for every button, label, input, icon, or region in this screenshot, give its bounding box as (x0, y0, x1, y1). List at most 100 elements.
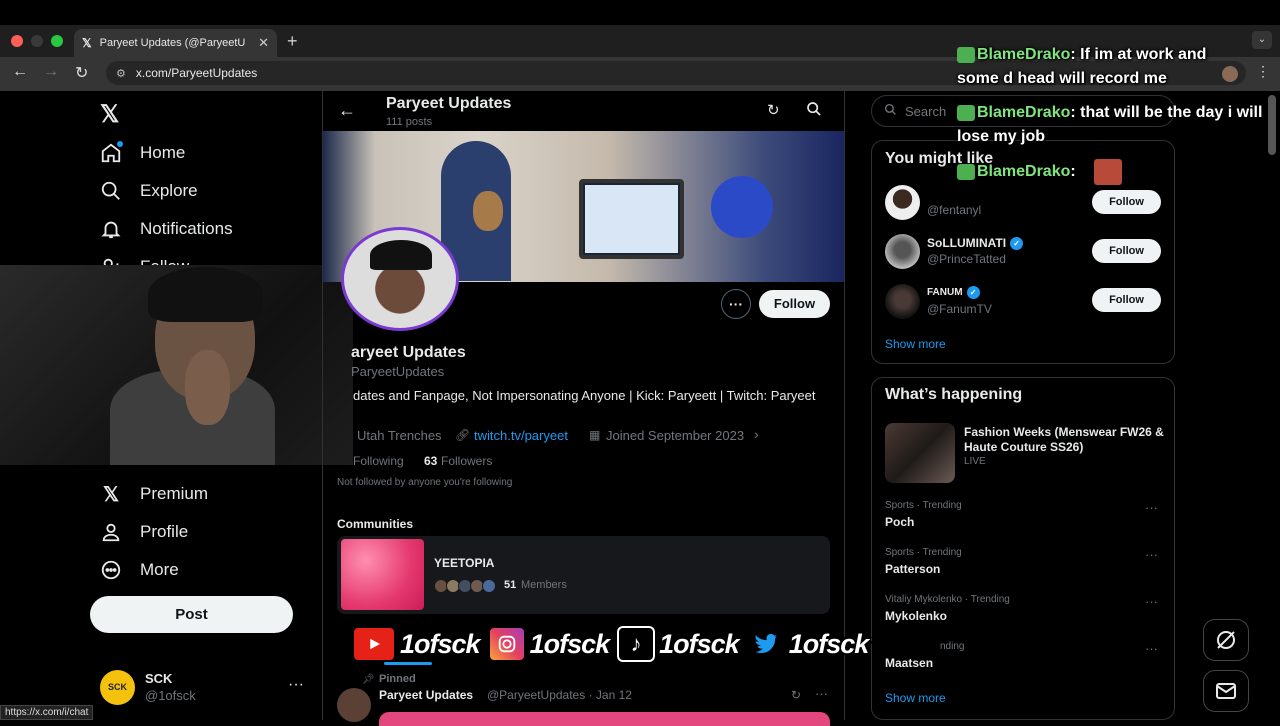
suggestion-follow-button[interactable]: Follow (1092, 288, 1161, 312)
browser-menu-icon[interactable]: ⋮ (1256, 63, 1270, 80)
youtube-icon (352, 626, 396, 662)
person-icon (100, 521, 122, 543)
not-followed-note: Not followed by anyone you're following (337, 477, 513, 488)
trend-meta: Sports · Trending (885, 547, 962, 558)
webcam-person-hand (185, 350, 230, 425)
suggestion-name: FANUM ✓ (927, 286, 980, 299)
back-icon[interactable]: ← (12, 63, 28, 81)
profile-bio: dates and Fanpage, Not Impersonating Any… (353, 388, 816, 403)
maximize-window-button[interactable] (51, 35, 63, 47)
whats-happening-heading: What’s happening (885, 386, 1023, 403)
trend-more-icon[interactable]: ··· (1145, 641, 1158, 656)
followers-count[interactable]: 63 (424, 454, 437, 468)
x-logo-icon: 𝕏 (102, 483, 120, 506)
suggestion-follow-button[interactable]: Follow (1092, 239, 1161, 263)
header-profile-name: Paryeet Updates (386, 95, 512, 112)
messages-icon[interactable] (1203, 670, 1249, 712)
nav-more[interactable]: More (100, 559, 179, 581)
page-scrollbar[interactable] (1268, 95, 1276, 155)
featured-event-image[interactable] (885, 423, 955, 483)
banner-sign (711, 176, 773, 238)
instagram-icon (487, 626, 526, 662)
tab-search-icon[interactable]: ⌄ (1252, 31, 1272, 49)
show-more-link[interactable]: Show more (885, 337, 946, 351)
post-author-avatar[interactable] (337, 688, 371, 722)
suggestion-avatar[interactable] (885, 284, 920, 319)
following-link[interactable]: Following (353, 454, 404, 468)
link-icon: 🔗︎ (455, 428, 471, 442)
grok-icon[interactable]: ↻ (791, 688, 801, 702)
trend-more-icon[interactable]: ··· (1145, 547, 1158, 562)
community-members-label: Members (521, 579, 567, 591)
post-author-name[interactable]: Paryeet Updates (379, 688, 473, 702)
featured-event-status: LIVE (964, 456, 986, 467)
post-media[interactable] (379, 712, 830, 726)
trend-name[interactable]: Poch (885, 515, 914, 529)
trend-name[interactable]: Mykolenko (885, 609, 947, 623)
show-more-link[interactable]: Show more (885, 691, 946, 705)
trend-meta: nding (940, 641, 965, 652)
browser-tab[interactable]: 𝕏 Paryeet Updates (@ParyeetU ✕ (74, 29, 277, 57)
profile-link[interactable]: twitch.tv/paryeet (474, 428, 568, 443)
grok-icon[interactable] (1203, 619, 1249, 661)
post-handle-date: @ParyeetUpdates · Jan 12 (487, 688, 632, 702)
nav-premium[interactable]: 𝕏 Premium (100, 483, 208, 506)
chat-message: BlameDrako: (957, 160, 1076, 184)
trend-meta: Sports · Trending (885, 500, 962, 511)
suggestion-avatar[interactable] (885, 234, 920, 269)
profile-location: Utah Trenches (357, 428, 442, 443)
profile-name: aryeet Updates (351, 344, 466, 361)
trend-name[interactable]: Patterson (885, 562, 940, 576)
chat-emote (1094, 159, 1122, 185)
featured-event-title[interactable]: Fashion Weeks (Menswear FW26 & Haute Cou… (964, 425, 1164, 455)
chat-message: BlameDrako: If im at work and some d hea… (957, 46, 1207, 87)
nav-notifications[interactable]: Notifications (100, 218, 233, 240)
reload-icon[interactable]: ↻ (75, 63, 88, 83)
account-handle: @1ofsck (145, 688, 196, 703)
social-handle: 1ofsck (400, 628, 481, 659)
post-more-icon[interactable]: ··· (815, 686, 828, 701)
profile-more-button[interactable]: ··· (721, 289, 751, 319)
nav-profile[interactable]: Profile (100, 521, 188, 543)
trend-more-icon[interactable]: ··· (1145, 594, 1158, 609)
status-bar-url: https://x.com/i/chat (0, 705, 94, 720)
nav-home[interactable]: Home (100, 142, 185, 164)
verified-badge-icon: ✓ (966, 286, 980, 299)
suggestion-avatar[interactable] (885, 185, 920, 220)
refresh-icon[interactable]: ↻ (767, 101, 780, 119)
minimize-window-button[interactable] (31, 35, 43, 47)
suggestion-handle: @FanumTV (927, 302, 992, 316)
search-icon (100, 180, 122, 202)
webcam-person-hair (148, 267, 263, 322)
social-handles-bar: 1ofsck 1ofsck ♪ 1ofsck 1ofsck (352, 625, 876, 663)
communities-heading: Communities (337, 517, 414, 531)
chevron-right-icon[interactable]: › (754, 426, 759, 442)
new-tab-icon[interactable]: + (287, 31, 298, 52)
account-avatar[interactable]: SCK (100, 670, 135, 705)
close-tab-icon[interactable]: ✕ (258, 35, 269, 51)
suggestion-name: SoLLUMINATI ✓ (927, 236, 1024, 251)
chat-badge-icon (957, 104, 975, 121)
followers-link[interactable]: Followers (441, 454, 492, 468)
suggestion-follow-button[interactable]: Follow (1092, 190, 1161, 214)
account-more-icon[interactable]: ··· (288, 676, 304, 694)
more-circle-icon (100, 559, 122, 581)
nav-home-label: Home (140, 143, 186, 162)
trend-more-icon[interactable]: ··· (1145, 500, 1158, 515)
nav-explore[interactable]: Explore (100, 180, 198, 202)
profile-avatar[interactable] (341, 227, 459, 331)
follow-button[interactable]: Follow (759, 290, 830, 318)
chat-badge-icon (957, 46, 975, 63)
x-logo-icon[interactable]: 𝕏 (100, 100, 119, 129)
close-window-button[interactable] (11, 35, 23, 47)
member-avatar (482, 579, 496, 593)
forward-icon[interactable]: → (43, 63, 59, 81)
site-info-icon[interactable]: ⚙ (116, 67, 126, 80)
post-button[interactable]: Post (90, 596, 293, 633)
back-arrow-icon[interactable]: ← (338, 100, 356, 121)
pinned-label: Pinned (379, 673, 416, 685)
search-icon[interactable] (806, 101, 822, 122)
banner-screen (585, 185, 678, 253)
trend-name[interactable]: Maatsen (885, 656, 933, 670)
tab-title: Paryeet Updates (@ParyeetU (99, 37, 246, 49)
